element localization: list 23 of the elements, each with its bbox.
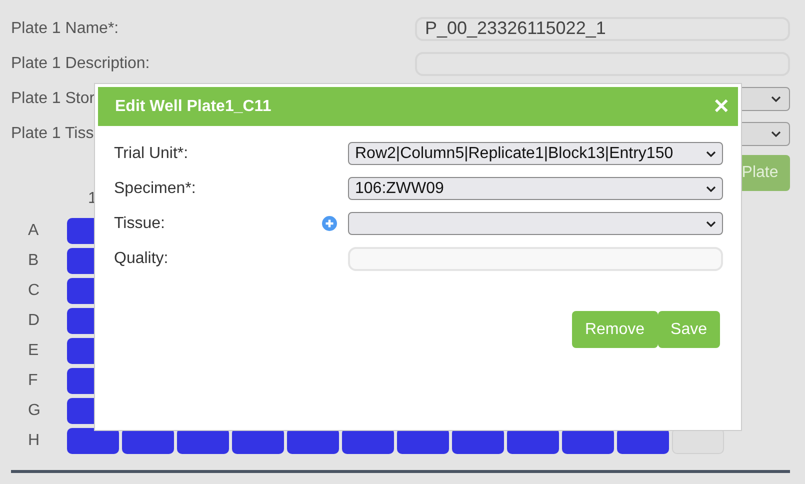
dialog-button[interactable]: Remove (572, 311, 658, 348)
field-label: Plate 1 Name*: (11, 20, 119, 38)
row-label: A (28, 222, 40, 240)
row-label: F (28, 372, 39, 390)
row-label: E (28, 342, 40, 360)
row-label: B (28, 252, 40, 270)
field-label: Tissue: (114, 214, 165, 232)
row-label: G (28, 402, 42, 420)
row-label: H (28, 432, 41, 450)
field-label: Plate 1 Stor (11, 90, 95, 108)
select-field[interactable]: Row2|Column5|Replicate1|Block13|Entry150 (348, 142, 723, 165)
row-label: C (28, 282, 41, 300)
field-label: Plate 1 Tiss (11, 124, 94, 142)
field-label: Quality: (114, 250, 168, 268)
select-field[interactable]: 106:ZWW09 (348, 177, 723, 200)
dialog-title: Edit Well Plate1_C11 (115, 98, 272, 116)
dialog-button[interactable]: Save (658, 311, 720, 348)
field-label: Trial Unit*: (114, 144, 188, 162)
field-label: Plate 1 Description: (11, 54, 150, 72)
row-label: D (28, 312, 41, 330)
input-field[interactable]: P_00_23326115022_1 (415, 16, 790, 40)
close-button[interactable]: ✕ (713, 94, 730, 119)
field-label: Specimen*: (114, 180, 196, 198)
